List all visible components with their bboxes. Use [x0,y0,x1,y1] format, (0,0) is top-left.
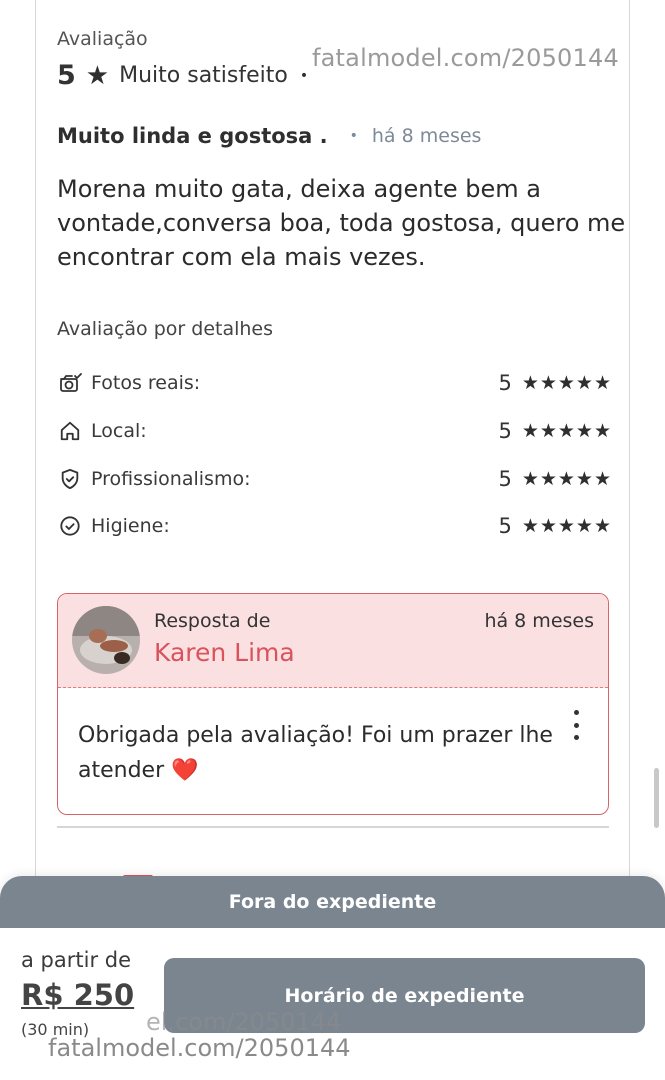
more-options-icon[interactable] [570,710,582,740]
detail-score: 5 [498,419,512,443]
star-rating: ★★★★★ [521,420,612,442]
price-from-label: a partir de [21,948,132,972]
star-rating: ★★★★★ [521,515,612,537]
rating-label: Avaliação [57,28,148,50]
price[interactable]: R$ 250 [21,978,134,1012]
home-icon [57,418,83,444]
detail-row-profissionalismo: Profissionalismo: 5 ★★★★★ [57,464,612,494]
rating-text: Muito satisfeito [119,63,288,88]
rating-value: 5 [57,60,76,91]
reply-from-label: Resposta de [154,610,271,632]
rating-dot: • [299,67,309,84]
watermark-top: fatalmodel.com/2050144 [312,44,619,72]
detail-name: Local: [91,420,147,442]
detail-score: 5 [498,467,512,491]
reply-text: Obrigada pela avaliação! Foi um prazer l… [78,723,553,783]
divider [57,826,609,828]
shield-check-icon [57,466,83,492]
detail-name: Fotos reais: [91,372,201,394]
reply-date: há 8 meses [484,610,594,632]
detail-row-fotos: Fotos reais: 5 ★★★★★ [57,368,612,398]
star-rating: ★★★★★ [521,372,612,394]
review-title-row: Muito linda e gostosa . • há 8 meses [57,124,481,148]
owner-reply: Resposta de Karen Lima há 8 meses Obriga… [57,593,609,815]
review-separator: • [349,128,358,144]
scrollbar[interactable] [654,768,659,828]
review-date: há 8 meses [371,125,482,147]
watermark-partial: el.com/2050144 [146,1008,342,1036]
overall-rating: 5 ★ Muito satisfeito • [57,60,308,91]
avatar[interactable] [72,606,140,674]
detail-name: Higiene: [91,515,170,537]
status-banner: Fora do expediente [0,876,665,928]
details-label: Avaliação por detalhes [57,318,274,340]
detail-score: 5 [498,371,512,395]
review-body: Morena muito gata, deixa agente bem a vo… [57,175,626,271]
reply-header: Resposta de Karen Lima há 8 meses [58,594,608,688]
circle-check-icon [57,513,83,539]
watermark-bottom: fatalmodel.com/2050144 [48,1034,351,1062]
reply-author[interactable]: Karen Lima [154,638,295,667]
camera-check-icon [57,370,83,396]
detail-row-higiene: Higiene: 5 ★★★★★ [57,511,612,541]
detail-row-local: Local: 5 ★★★★★ [57,416,612,446]
star-icon: ★ [85,60,110,91]
review-title: Muito linda e gostosa . [57,124,328,148]
detail-name: Profissionalismo: [91,468,251,490]
star-rating: ★★★★★ [521,468,612,490]
detail-score: 5 [498,514,512,538]
